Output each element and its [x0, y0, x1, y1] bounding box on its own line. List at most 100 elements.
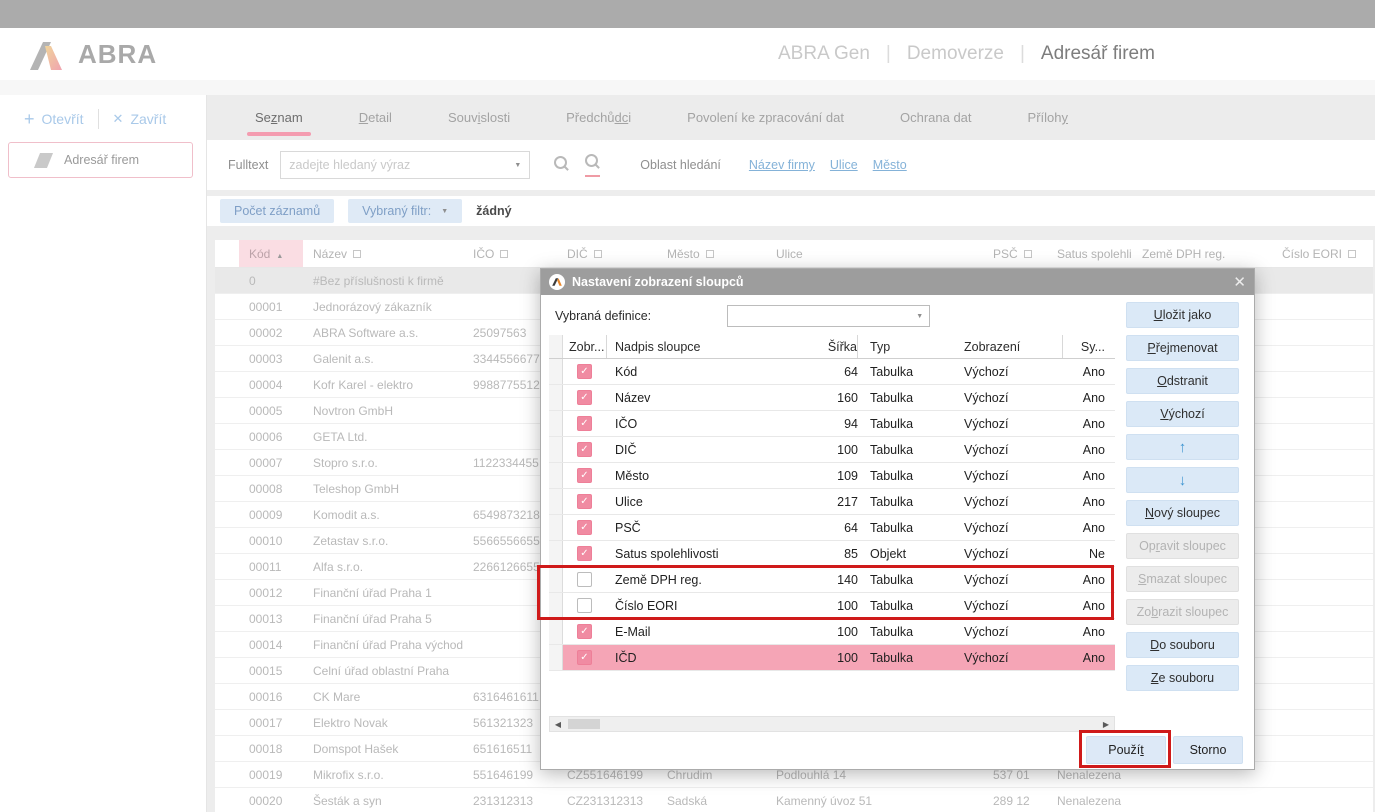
visible-checkbox[interactable] — [577, 546, 592, 561]
visible-cell — [563, 598, 607, 613]
visible-checkbox[interactable] — [577, 442, 592, 457]
horizontal-scrollbar[interactable]: ◀ ▶ — [549, 716, 1115, 732]
visible-checkbox[interactable] — [577, 598, 592, 613]
sidebar-item-adresar-firem[interactable]: Adresář firem — [8, 142, 193, 178]
search-button[interactable] — [554, 156, 569, 174]
delete-column-button[interactable]: Smazat sloupec — [1126, 566, 1239, 592]
record-count-label: Počet záznamů — [234, 204, 320, 218]
filter-box-icon[interactable] — [706, 250, 714, 258]
grid-row[interactable]: DIČ 100 Tabulka Výchozí Ano — [549, 437, 1115, 463]
save-as-button[interactable]: Uložit jako — [1126, 302, 1239, 328]
scope-link[interactable]: Ulice — [830, 158, 858, 172]
dialog-titlebar[interactable]: Nastavení zobrazení sloupců ✕ — [541, 269, 1254, 295]
tab[interactable]: Souvislosti — [448, 110, 510, 125]
show-column-button[interactable]: Zobrazit sloupec — [1126, 599, 1239, 625]
to-file-button[interactable]: Do souboru — [1126, 632, 1239, 658]
filter-box-icon[interactable] — [594, 250, 602, 258]
filter-box-icon[interactable] — [500, 250, 508, 258]
visible-checkbox[interactable] — [577, 572, 592, 587]
column-header[interactable]: IČO — [463, 240, 557, 267]
visible-cell — [563, 494, 607, 509]
grid-col-visible[interactable]: Zobr... — [563, 335, 607, 358]
visible-checkbox[interactable] — [577, 624, 592, 639]
grid-row[interactable]: PSČ 64 Tabulka Výchozí Ano — [549, 515, 1115, 541]
visible-checkbox[interactable] — [577, 364, 592, 379]
grid-row[interactable]: Kód 64 Tabulka Výchozí Ano — [549, 359, 1115, 385]
dialog-close-button[interactable]: ✕ — [1233, 275, 1246, 290]
visible-cell — [563, 650, 607, 665]
chevron-down-icon[interactable]: ▼ — [514, 162, 521, 169]
scope-link[interactable]: Město — [873, 158, 907, 172]
grid-row[interactable]: Ulice 217 Tabulka Výchozí Ano — [549, 489, 1115, 515]
close-button[interactable]: ✕ Zavřít — [113, 111, 167, 127]
default-button[interactable]: Výchozí — [1126, 401, 1239, 427]
tab[interactable]: Předchůdci — [566, 110, 631, 125]
grid-row[interactable]: IČD 100 Tabulka Výchozí Ano — [549, 645, 1115, 671]
visible-checkbox[interactable] — [577, 494, 592, 509]
grid-row[interactable]: Číslo EORI 100 Tabulka Výchozí Ano — [549, 593, 1115, 619]
grid-col-type[interactable]: Typ — [858, 340, 958, 354]
column-header[interactable]: DIČ — [557, 240, 657, 267]
edit-column-button[interactable]: Opravit sloupec — [1126, 533, 1239, 559]
tab[interactable]: Povolení ke zpracování dat — [687, 110, 844, 125]
filter-box-icon[interactable] — [353, 250, 361, 258]
visible-checkbox[interactable] — [577, 468, 592, 483]
tab[interactable]: Seznam — [255, 110, 303, 125]
column-header[interactable]: Město — [657, 240, 766, 267]
scroll-right-icon[interactable]: ▶ — [1098, 720, 1114, 729]
scrollbar-track[interactable] — [566, 717, 1098, 731]
scroll-left-icon[interactable]: ◀ — [550, 720, 566, 729]
column-header[interactable]: PSČ — [983, 240, 1047, 267]
scrollbar-thumb[interactable] — [568, 719, 600, 729]
grid-row[interactable]: E-Mail 100 Tabulka Výchozí Ano — [549, 619, 1115, 645]
apply-button[interactable]: Použít — [1086, 736, 1166, 764]
table-cell: CZ231312313 — [557, 788, 657, 812]
move-down-button[interactable]: ↓ — [1126, 467, 1239, 493]
open-button[interactable]: + Otevřít — [24, 111, 84, 127]
visible-checkbox[interactable] — [577, 416, 592, 431]
definition-combobox[interactable]: ▼ — [727, 305, 930, 327]
column-header[interactable]: Název — [303, 240, 463, 267]
remove-button[interactable]: Odstranit — [1126, 368, 1239, 394]
grid-row[interactable]: Město 109 Tabulka Výchozí Ano — [549, 463, 1115, 489]
visible-checkbox[interactable] — [577, 650, 592, 665]
selected-filter-dropdown[interactable]: Vybraný filtr: ▼ — [348, 199, 462, 223]
grid-col-name[interactable]: Nadpis sloupce — [607, 340, 822, 354]
grid-col-width[interactable]: Šířka — [822, 335, 858, 358]
tab[interactable]: Ochrana dat — [900, 110, 972, 125]
row-gutter — [549, 567, 563, 592]
grid-row[interactable]: Země DPH reg. 140 Tabulka Výchozí Ano — [549, 567, 1115, 593]
search-input[interactable] — [289, 158, 507, 172]
new-column-button[interactable]: Nový sloupec — [1126, 500, 1239, 526]
table-row[interactable]: 00020Šesták a syn231312313CZ231312313Sad… — [215, 788, 1373, 812]
fulltext-search-button[interactable] — [585, 154, 600, 177]
tab[interactable]: Detail — [359, 110, 392, 125]
column-width-cell: 94 — [822, 417, 858, 431]
filter-box-icon[interactable] — [1024, 250, 1032, 258]
scope-link[interactable]: Název firmy — [749, 158, 815, 172]
from-file-button[interactable]: Ze souboru — [1126, 665, 1239, 691]
grid-row[interactable]: Název 160 Tabulka Výchozí Ano — [549, 385, 1115, 411]
rename-button[interactable]: Přejmenovat — [1126, 335, 1239, 361]
table-cell: Stopro s.r.o. — [303, 450, 463, 475]
column-header[interactable]: Číslo EORI — [1272, 240, 1372, 267]
record-count-button[interactable]: Počet záznamů — [220, 199, 334, 223]
column-header[interactable]: Země DPH reg. — [1132, 240, 1272, 267]
visible-checkbox[interactable] — [577, 390, 592, 405]
grid-col-display[interactable]: Zobrazení — [958, 335, 1063, 358]
column-name-cell: Město — [607, 469, 822, 483]
columns-grid: Zobr... Nadpis sloupce Šířka Typ Zobraze… — [549, 335, 1115, 671]
visible-checkbox[interactable] — [577, 520, 592, 535]
move-up-button[interactable]: ↑ — [1126, 434, 1239, 460]
grid-col-sys[interactable]: Sy... — [1063, 340, 1109, 354]
cancel-button[interactable]: Storno — [1173, 736, 1243, 764]
grid-row[interactable]: IČO 94 Tabulka Výchozí Ano — [549, 411, 1115, 437]
column-header[interactable]: Satus spolehli... — [1047, 240, 1132, 267]
column-header[interactable]: Kód — [239, 240, 303, 267]
filter-box-icon[interactable] — [1348, 250, 1356, 258]
column-display-cell: Výchozí — [958, 599, 1063, 613]
grid-row[interactable]: Satus spolehlivosti 85 Objekt Výchozí Ne — [549, 541, 1115, 567]
column-header[interactable]: Ulice — [766, 240, 983, 267]
tab[interactable]: Přílohy — [1028, 110, 1068, 125]
table-cell — [1272, 476, 1372, 501]
